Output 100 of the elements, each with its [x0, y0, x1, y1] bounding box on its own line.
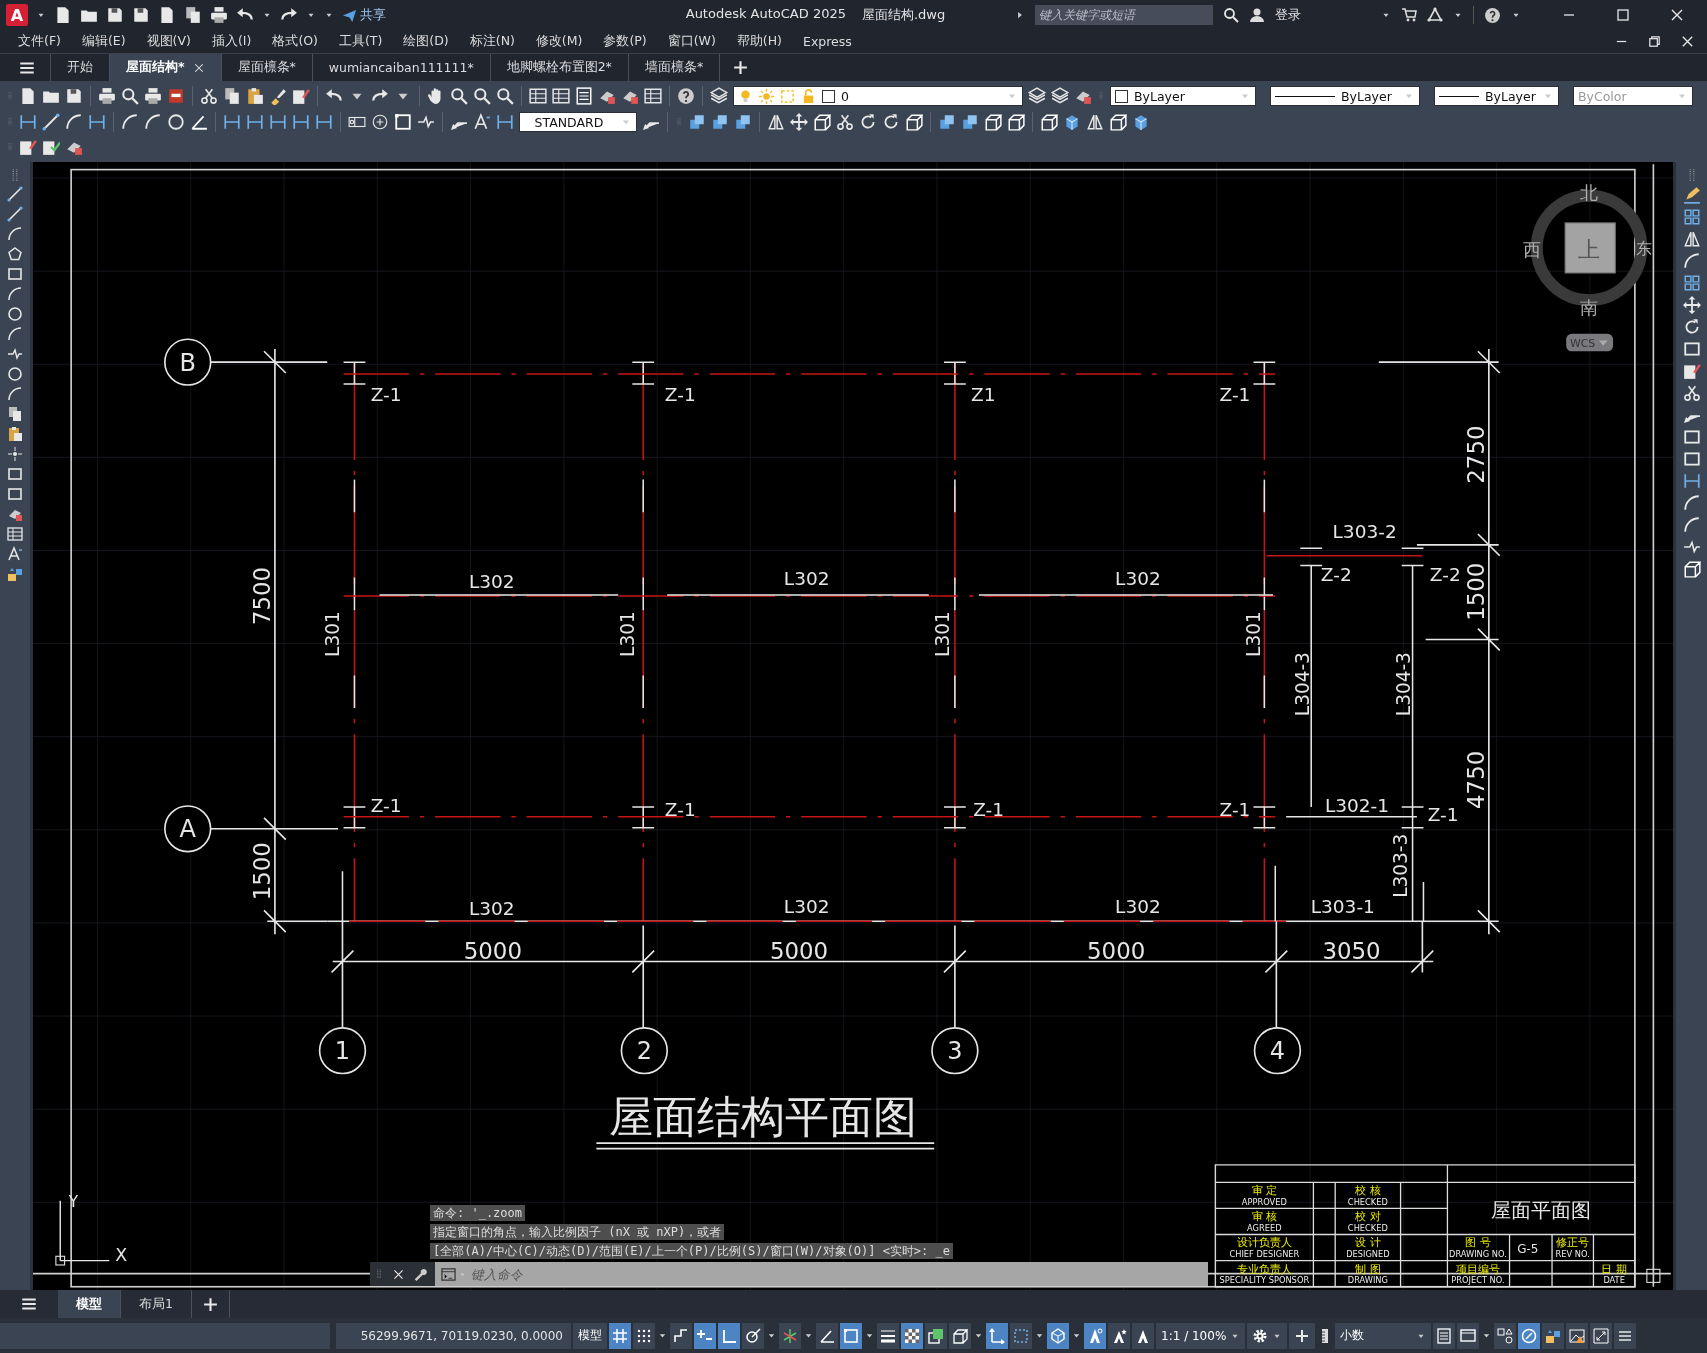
axis-label: B [179, 348, 196, 377]
beam-label: L302-1 [1324, 795, 1390, 817]
title-block-label: AGREED [1247, 1223, 1282, 1234]
layer-value: 0 [841, 88, 850, 104]
dimension-text: 5000 [769, 938, 829, 965]
beam-label: L302 [783, 568, 830, 590]
beam-label: L302 [1115, 895, 1161, 917]
title-block-label: CHECKED [1347, 1197, 1388, 1208]
dimension-text: 5000 [463, 938, 522, 965]
compass-label: 西 [1522, 238, 1542, 260]
annotation-scale-dropdown[interactable]: 1:1 / 100% [1156, 1322, 1246, 1349]
beam-label: L301 [322, 611, 344, 657]
menu-item[interactable]: 编辑(E) [81, 33, 137, 50]
column-label: Z-1 [1219, 798, 1251, 820]
share-button[interactable]: 共享 [342, 6, 386, 24]
axis-label: 4 [1269, 1037, 1286, 1066]
menu-item[interactable]: 修改(M) [535, 33, 594, 50]
menu-item[interactable]: 格式(O) [272, 33, 329, 50]
title-block-label: REV NO. [1555, 1249, 1590, 1260]
title-block-label: CHECKED [1347, 1223, 1388, 1234]
title-block-label: APPROVED [1241, 1197, 1287, 1208]
title-block-label: 设计负责人 [1236, 1236, 1292, 1250]
column-label: Z-2 [1320, 563, 1352, 585]
title-block-label: 审 定 [1251, 1184, 1278, 1198]
model-space-button[interactable]: 模型 [573, 1322, 607, 1349]
menu-item[interactable]: 文件(F) [18, 33, 72, 50]
sign-in-link[interactable]: 登录 [1275, 6, 1301, 24]
dimension-text: 3050 [1322, 938, 1381, 965]
beam-label: L302 [468, 897, 515, 919]
menu-item[interactable]: 视图(V) [146, 33, 202, 50]
column-label: Z-1 [370, 795, 402, 817]
beam-label: L304-3 [1393, 652, 1415, 717]
menu-item[interactable]: 标注(N) [469, 33, 526, 50]
compass-label: 南 [1579, 297, 1599, 319]
document-tab[interactable]: 屋面结构* [109, 54, 221, 81]
beam-label: L302 [1115, 568, 1161, 590]
column-label: Z-1 [664, 798, 696, 820]
title-block-label: 校 核 [1355, 1184, 1381, 1198]
search-field[interactable]: 键入关键字或短语 [1035, 5, 1213, 25]
dimension-text: 4750 [1462, 750, 1489, 809]
beam-label: L301 [617, 611, 639, 657]
title-block-label: CHIEF DESIGNER [1229, 1249, 1300, 1260]
beam-label: L303-1 [1310, 895, 1375, 917]
axis-label: 3 [947, 1037, 963, 1066]
menu-item[interactable]: 帮助(H) [736, 33, 793, 50]
menu-item[interactable]: 插入(I) [211, 33, 263, 50]
column-label: Z-1 [664, 384, 696, 406]
axis-label: A [179, 815, 196, 844]
text-style-dropdown[interactable]: STANDARD [519, 112, 637, 132]
column-label: Z-1 [1219, 384, 1251, 406]
compass-label: 北 [1579, 182, 1599, 203]
coordinates-readout: 56299.9671, 70119.0230, 0.0000 [336, 1322, 571, 1349]
sheet-title: 屋面平面图 [1491, 1199, 1592, 1223]
beam-label: L302 [468, 571, 515, 593]
beam-label: L303-3 [1390, 833, 1412, 898]
property-dropdown[interactable]: ByLayer [1110, 86, 1256, 106]
menu-item[interactable]: 工具(T) [338, 33, 394, 50]
drawing-title: 屋面结构平面图 [608, 1092, 918, 1143]
title-block-label: 修正号 [1556, 1236, 1590, 1250]
property-dropdown[interactable]: ByLayer [1434, 86, 1559, 106]
title-block-label: 项目编号 [1455, 1262, 1500, 1276]
menu-item[interactable]: Express [803, 34, 863, 49]
column-label: Z-1 [1427, 804, 1459, 826]
column-label: Z-1 [370, 384, 402, 406]
title-block-label: SPECIALITY SPONSOR [1219, 1275, 1310, 1286]
title-block-label: PROJECT NO. [1451, 1275, 1505, 1286]
file-name: 屋面结构.dwg [862, 6, 946, 24]
dimension-text: 1500 [248, 842, 275, 901]
title-block-label: DESIGNED [1346, 1249, 1390, 1260]
title-block-label: 审 核 [1251, 1210, 1278, 1224]
title-block-label: 设 计 [1355, 1236, 1381, 1250]
layout-tab[interactable]: 模型 [58, 1290, 121, 1318]
app-logo[interactable]: A [6, 4, 28, 26]
property-dropdown[interactable]: ByLayer [1270, 86, 1420, 106]
compass-label: 东 [1636, 239, 1653, 259]
beam-label: L301 [1242, 611, 1264, 657]
units-dropdown[interactable]: 小数 [1335, 1322, 1432, 1349]
menu-item[interactable]: 参数(P) [603, 33, 658, 50]
axis-label: 2 [636, 1037, 652, 1066]
drawing-number: G-5 [1517, 1242, 1539, 1256]
column-label: Z-1 [973, 798, 1005, 820]
title-block-label: 制 图 [1355, 1262, 1381, 1276]
title-block-label: DRAWING [1347, 1275, 1388, 1286]
title-block-label: DRAWING NO. [1449, 1249, 1507, 1260]
app-title: Autodesk AutoCAD 2025 [685, 6, 846, 23]
title-block-label: 图 号 [1465, 1236, 1491, 1250]
axis-label: 1 [334, 1037, 351, 1066]
title-block-label: 日 期 [1601, 1262, 1627, 1276]
menu-item[interactable]: 绘图(D) [403, 33, 460, 50]
title-block-label: DATE [1603, 1275, 1625, 1286]
menu-item[interactable]: 窗口(W) [667, 33, 727, 50]
dimension-text: 2750 [1462, 425, 1489, 484]
viewcube-label: 上 [1578, 236, 1601, 262]
axis-label: X [115, 1244, 128, 1265]
beam-label: L304-3 [1292, 652, 1313, 717]
wcs-label: WCS [1569, 336, 1596, 350]
beam-label: L302 [783, 895, 830, 917]
title-block-label: 专业负责人 [1236, 1262, 1292, 1276]
column-label: Z1 [971, 384, 996, 406]
beam-label: L301 [932, 611, 954, 657]
